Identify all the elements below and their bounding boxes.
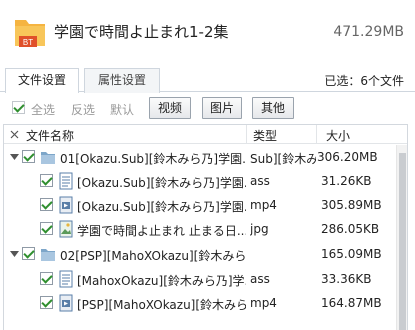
invert-selection-link[interactable]: 反选 — [71, 101, 95, 118]
file-name: [Okazu.Sub][鈴木みら乃]学園... — [77, 176, 246, 190]
file-type: Sub][鈴木み — [250, 152, 316, 166]
row-checkbox[interactable] — [40, 272, 53, 285]
scrollbar-thumb[interactable] — [399, 153, 406, 330]
file-size: 305.89MB — [321, 198, 382, 212]
vertical-scrollbar[interactable] — [396, 145, 407, 330]
row-checkbox[interactable] — [40, 174, 53, 187]
list-item[interactable]: [MahoxOkazu][鈴木みら乃]学... ass 33.36KB — [4, 267, 397, 291]
file-toolbar: 全选 反选 默认 视频 图片 其他 — [0, 93, 415, 123]
file-size: 165.09MB — [321, 247, 382, 261]
row-checkbox[interactable] — [40, 198, 53, 211]
column-name[interactable]: 文件名称 — [26, 127, 74, 144]
tab-file-settings[interactable]: 文件设置 — [5, 68, 79, 93]
default-selection-link[interactable]: 默认 — [110, 101, 134, 118]
file-name: 02[PSP][MahoXOkazu][鈴木みら... — [60, 249, 246, 263]
list-item[interactable]: 02[PSP][MahoXOkazu][鈴木みら... 165.09MB — [4, 242, 397, 266]
torrent-folder-icon: BT — [15, 20, 45, 47]
file-type: ass — [250, 174, 270, 188]
folder-badge: BT — [23, 38, 33, 47]
folder-icon — [41, 249, 55, 261]
file-type: mp4 — [250, 198, 277, 212]
file-size: 306.20MB — [317, 150, 378, 164]
file-size: 286.05KB — [321, 222, 380, 236]
file-name: [PSP][MahoXOkazu][鈴木みら... — [77, 298, 246, 312]
file-type: mp4 — [250, 296, 277, 310]
selected-count: 已选：6个文件 — [324, 74, 404, 88]
column-size[interactable]: 大小 — [326, 127, 350, 144]
expand-toggle-icon[interactable] — [10, 152, 19, 161]
expand-toggle-icon[interactable] — [10, 249, 19, 258]
text-file-icon — [59, 270, 73, 288]
image-filter-button[interactable]: 图片 — [202, 97, 242, 119]
list-header: 文件名称 类型 大小 — [4, 125, 407, 144]
file-name: [MahoxOkazu][鈴木みら乃]学... — [77, 274, 246, 288]
file-name: 学園で時間よ止まれ 止まる日... — [77, 224, 246, 238]
file-type: ass — [250, 272, 270, 286]
video-filter-button[interactable]: 视频 — [149, 97, 191, 119]
file-size: 31.26KB — [321, 174, 372, 188]
dialog-header: BT 学園で時間よ止まれ1-2集 471.29MB — [0, 0, 415, 66]
total-size: 471.29MB — [333, 24, 404, 40]
file-size: 164.87MB — [321, 296, 382, 310]
list-item[interactable]: 学園で時間よ止まれ 止まる日... jpg 286.05KB — [4, 217, 397, 241]
row-checkbox[interactable] — [22, 150, 35, 163]
file-size: 33.36KB — [321, 272, 372, 286]
list-item[interactable]: [PSP][MahoXOkazu][鈴木みら... mp4 164.87MB — [4, 291, 397, 315]
text-file-icon — [59, 172, 73, 190]
row-checkbox[interactable] — [40, 296, 53, 309]
torrent-title: 学園で時間よ止まれ1-2集 — [54, 23, 229, 41]
tab-bar: 文件设置 属性设置 已选：6个文件 — [0, 66, 415, 93]
select-all-checkbox[interactable] — [12, 101, 25, 114]
list-item[interactable]: 01[Okazu.Sub][鈴木みら乃]学園... Sub][鈴木み 306.2… — [4, 145, 397, 169]
list-item[interactable]: [Okazu.Sub][鈴木みら乃]学園... mp4 305.89MB — [4, 193, 397, 217]
column-type[interactable]: 类型 — [253, 127, 277, 144]
image-file-icon — [59, 220, 73, 238]
list-item[interactable]: [Okazu.Sub][鈴木みら乃]学園... ass 31.26KB — [4, 169, 397, 193]
tab-property-settings[interactable]: 属性设置 — [84, 68, 160, 93]
other-filter-button[interactable]: 其他 — [252, 97, 294, 119]
row-checkbox[interactable] — [40, 222, 53, 235]
video-file-icon — [59, 294, 73, 312]
folder-icon — [41, 152, 55, 164]
video-file-icon — [59, 196, 73, 214]
file-name: 01[Okazu.Sub][鈴木みら乃]学園... — [60, 152, 246, 166]
file-list: 文件名称 类型 大小 01[Okazu.Sub][鈴木みら乃]学園... Sub… — [3, 124, 408, 330]
select-all-label[interactable]: 全选 — [31, 101, 55, 118]
collapse-all-icon[interactable] — [10, 130, 19, 139]
file-name: [Okazu.Sub][鈴木みら乃]学園... — [77, 200, 246, 214]
row-checkbox[interactable] — [22, 247, 35, 260]
file-type: jpg — [250, 222, 269, 236]
